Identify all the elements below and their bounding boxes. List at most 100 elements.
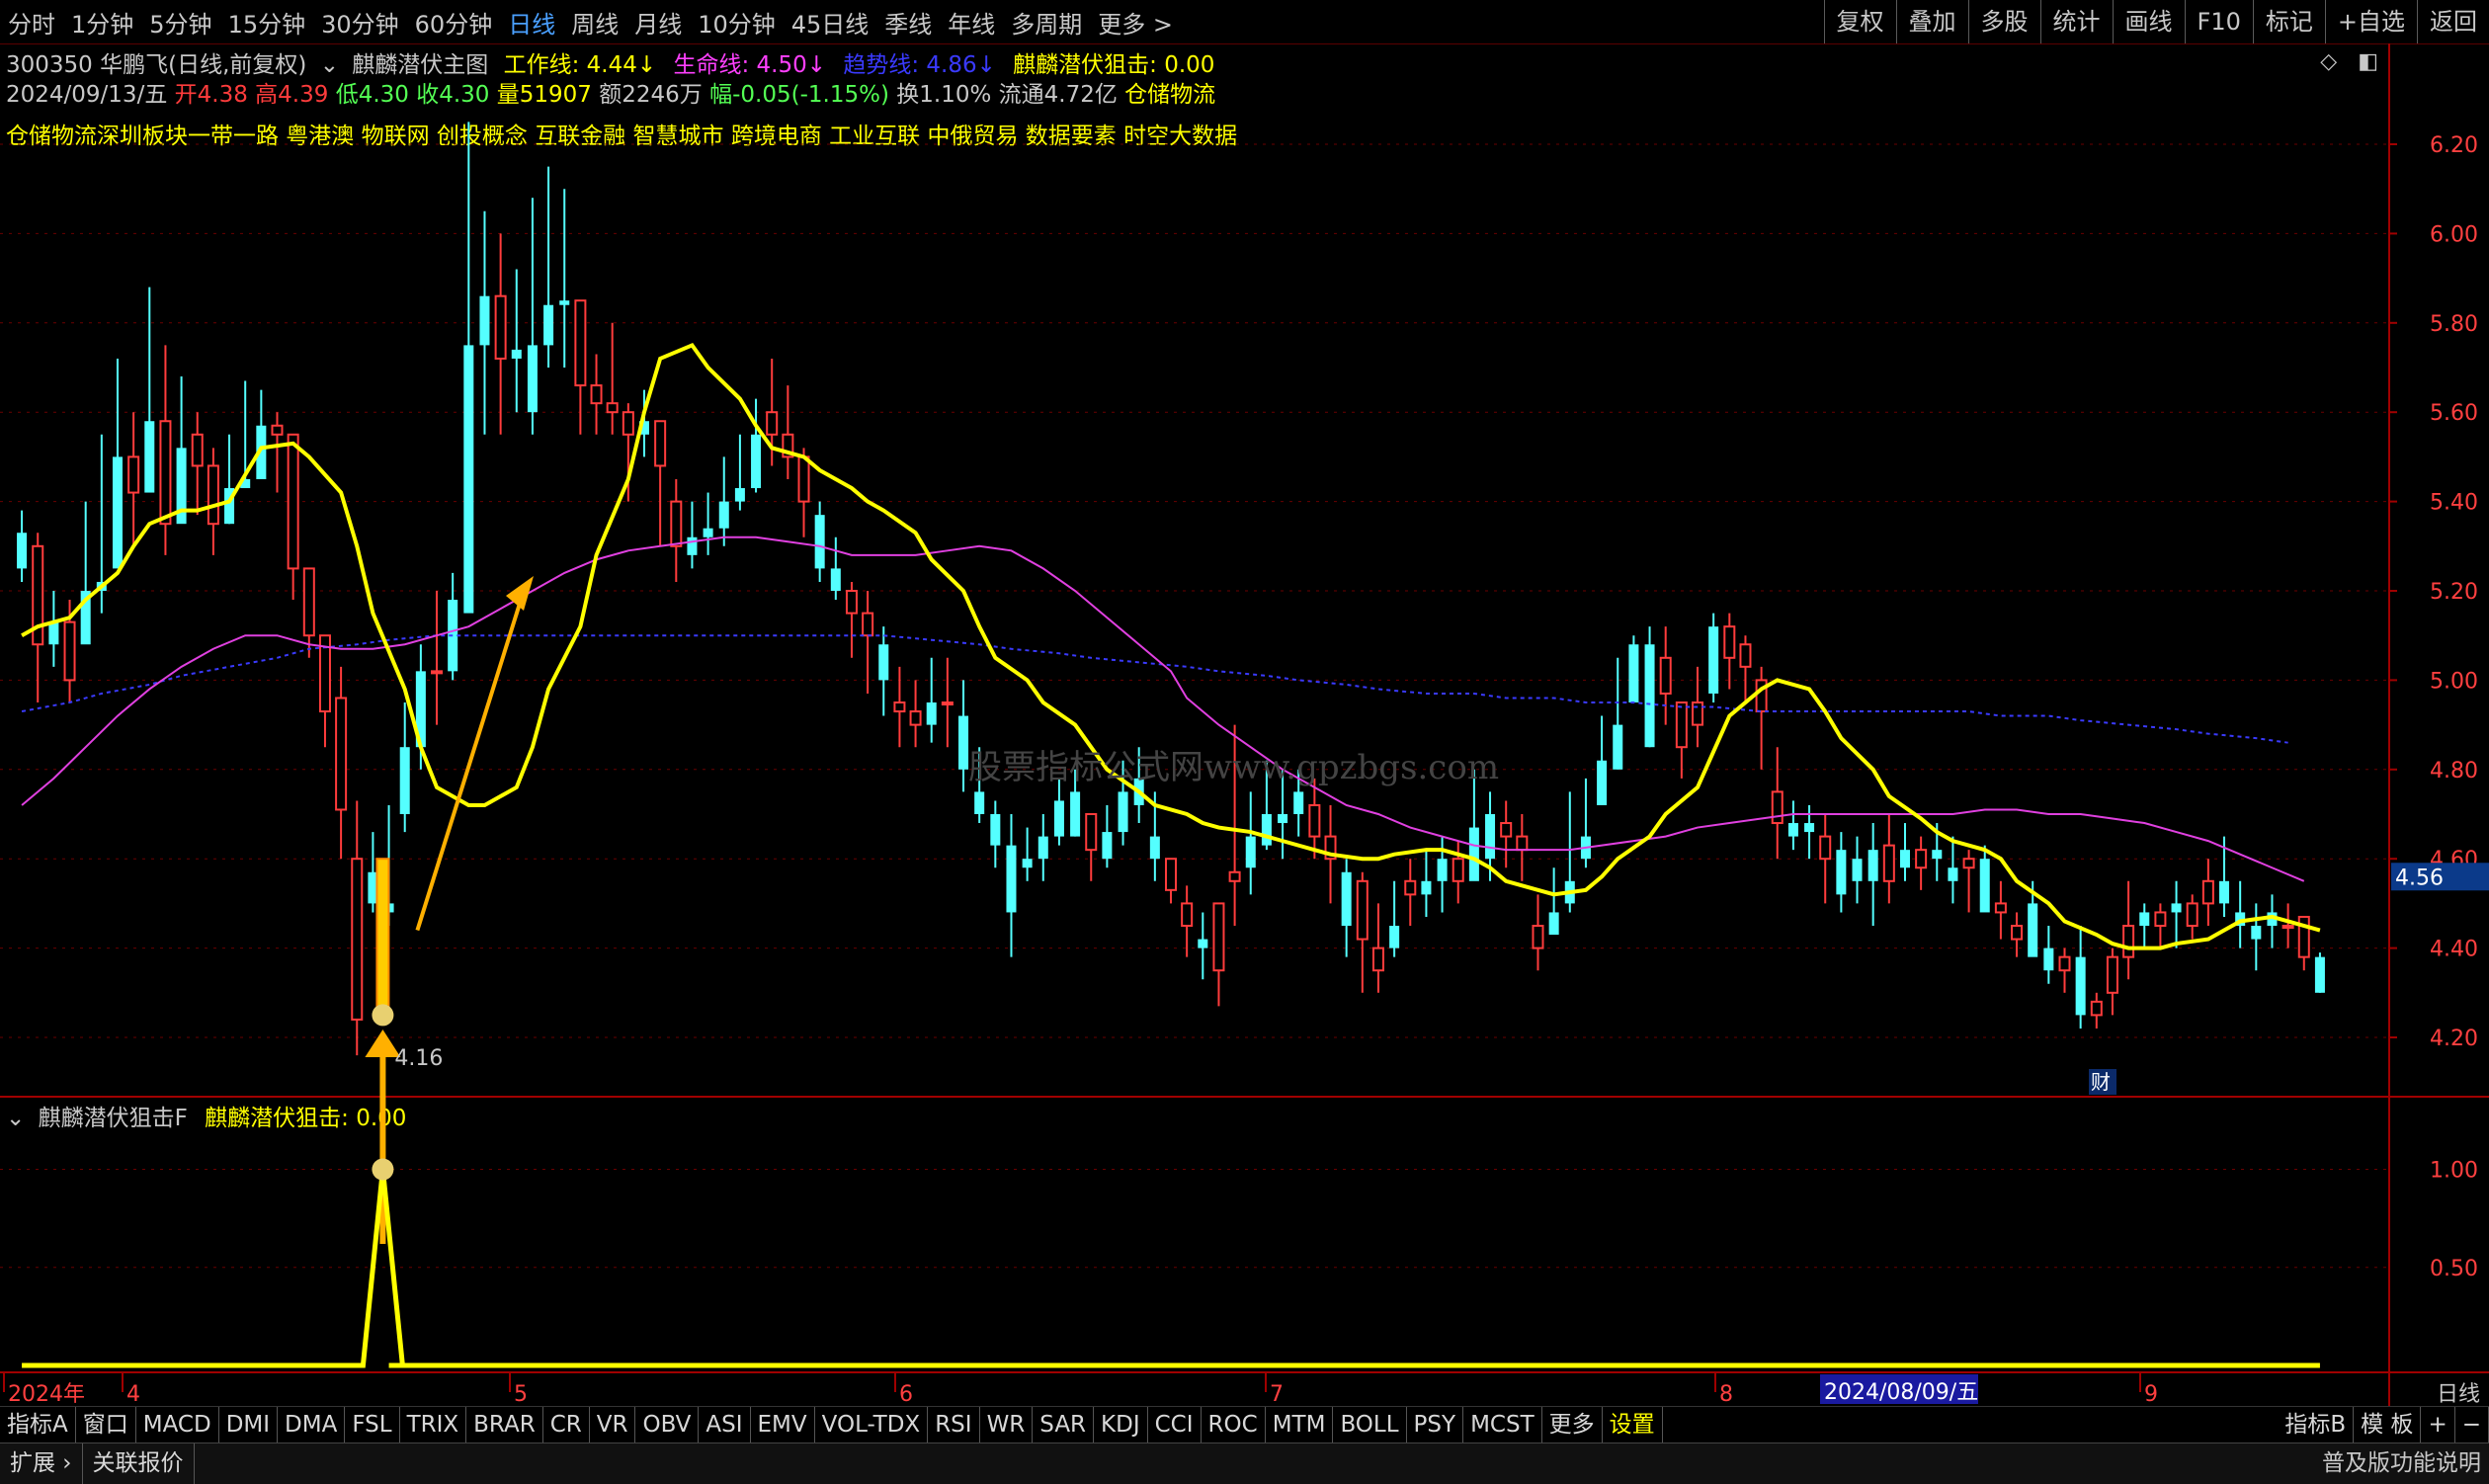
- indicator-tabs: 指标A 窗口 MACD DMI DMA FSL TRIX BRAR CR VR OBV ASI EMV V…: [0, 1406, 2489, 1443]
- candle: [2058, 948, 2071, 993]
- candle: [782, 385, 794, 479]
- candle: [2186, 894, 2199, 940]
- candle-body: [1404, 879, 1417, 896]
- indicator-tab-sar[interactable]: SAR: [1033, 1407, 1095, 1443]
- period-tab-0[interactable]: 分时: [0, 5, 63, 40]
- indicator-tab-窗口[interactable]: 窗口: [76, 1407, 136, 1443]
- indicator-tab-psy[interactable]: PSY: [1407, 1407, 1464, 1443]
- indicator-tab-cci[interactable]: CCI: [1148, 1407, 1202, 1443]
- indicator-tab-mcst[interactable]: MCST: [1463, 1407, 1542, 1443]
- candle: [224, 434, 235, 525]
- x-tick-label: 9: [2144, 1382, 2158, 1406]
- period-tab-13[interactable]: 多周期: [1003, 5, 1090, 40]
- indicator-right-tab-3[interactable]: −: [2455, 1407, 2489, 1443]
- candle: [1644, 626, 1655, 748]
- candle-body: [1245, 836, 1256, 868]
- finance-mark[interactable]: 财: [2091, 1070, 2111, 1094]
- expand-button[interactable]: 扩展 ›: [0, 1443, 83, 1484]
- chart-stage[interactable]: 6.206.005.805.605.405.205.004.804.604.40…: [0, 43, 2489, 1406]
- period-tab-12[interactable]: 年线: [940, 5, 1003, 40]
- tool-button-1[interactable]: 叠加: [1895, 0, 1968, 43]
- tool-button-2[interactable]: 多股: [1967, 0, 2040, 43]
- indicator-tab-dmi[interactable]: DMI: [219, 1407, 279, 1443]
- indicator-tab-roc[interactable]: ROC: [1202, 1407, 1266, 1443]
- candle: [1181, 885, 1194, 957]
- candle-body: [1804, 823, 1815, 833]
- candle: [845, 581, 858, 658]
- candle: [2043, 926, 2054, 984]
- indicator-right-tab-2[interactable]: +: [2421, 1407, 2455, 1443]
- indicator-tab-指标a[interactable]: 指标A: [0, 1407, 76, 1443]
- candle-body: [1597, 760, 1608, 805]
- tool-button-4[interactable]: 画线: [2112, 0, 2185, 43]
- indicator-tab-vol-tdx[interactable]: VOL-TDX: [815, 1407, 929, 1443]
- indicator-tab-wr[interactable]: WR: [980, 1407, 1034, 1443]
- indicator-tab-brar[interactable]: BRAR: [466, 1407, 543, 1443]
- candle: [127, 412, 140, 546]
- period-tab-7[interactable]: 周线: [563, 5, 626, 40]
- period-tab-11[interactable]: 季线: [876, 5, 940, 40]
- indicator-tab-trix[interactable]: TRIX: [400, 1407, 467, 1443]
- indicator-tab-fsl[interactable]: FSL: [345, 1407, 400, 1443]
- indicator-tab-boll[interactable]: BOLL: [1333, 1407, 1407, 1443]
- candle-body: [878, 644, 889, 681]
- candle-body: [2122, 925, 2135, 958]
- indicator-tab-kdj[interactable]: KDJ: [1094, 1407, 1148, 1443]
- candle-body: [1421, 880, 1432, 895]
- indicator-tab-asi[interactable]: ASI: [699, 1407, 751, 1443]
- period-tab-3[interactable]: 15分钟: [220, 5, 314, 40]
- period-tab-14[interactable]: 更多 >: [1090, 5, 1181, 40]
- candle: [32, 533, 44, 702]
- candle-body: [2058, 955, 2071, 972]
- period-label: 日线: [2437, 1382, 2480, 1406]
- candle-body: [1371, 947, 1384, 972]
- period-tab-9[interactable]: 10分钟: [690, 5, 784, 40]
- indicator-tab-cr[interactable]: CR: [543, 1407, 590, 1443]
- candle-body: [1948, 867, 1958, 881]
- tool-button-6[interactable]: 标记: [2252, 0, 2325, 43]
- period-tab-10[interactable]: 45日线: [784, 5, 877, 40]
- candle-body: [271, 424, 284, 436]
- candle-body: [431, 670, 444, 675]
- period-tab-4[interactable]: 30分钟: [313, 5, 407, 40]
- candle-body: [2219, 880, 2230, 904]
- candle: [448, 572, 458, 681]
- tool-button-0[interactable]: 复权: [1823, 0, 1896, 43]
- tool-button-8[interactable]: 返回: [2417, 0, 2489, 43]
- period-tab-5[interactable]: 60分钟: [407, 5, 501, 40]
- candle: [1659, 626, 1672, 725]
- indicator-tab-dma[interactable]: DMA: [278, 1407, 346, 1443]
- period-tab-6[interactable]: 日线: [500, 5, 563, 40]
- tool-button-7[interactable]: +自选: [2324, 0, 2417, 43]
- candle: [2201, 859, 2214, 926]
- tool-button-3[interactable]: 统计: [2039, 0, 2113, 43]
- candle: [590, 354, 603, 435]
- candle-body: [893, 701, 906, 713]
- candle-body: [909, 710, 922, 726]
- candle: [207, 448, 219, 555]
- period-tab-1[interactable]: 1分钟: [63, 5, 141, 40]
- candle: [1500, 800, 1513, 868]
- candle-body: [335, 697, 348, 811]
- candle: [191, 412, 204, 516]
- indicator-tab-vr[interactable]: VR: [590, 1407, 636, 1443]
- tool-button-5[interactable]: F10: [2184, 0, 2253, 43]
- indicator-tab-obv[interactable]: OBV: [635, 1407, 700, 1443]
- candle: [654, 420, 667, 546]
- period-tab-2[interactable]: 5分钟: [141, 5, 219, 40]
- candle-body: [687, 536, 698, 555]
- indicator-tab-macd[interactable]: MACD: [136, 1407, 219, 1443]
- candle-body: [1181, 902, 1194, 928]
- indicator-tab-rsi[interactable]: RSI: [928, 1407, 980, 1443]
- candle-body: [191, 433, 204, 467]
- period-tab-8[interactable]: 月线: [626, 5, 690, 40]
- indicator-tab-设置[interactable]: 设置: [1603, 1407, 1663, 1443]
- indicator-tab-更多[interactable]: 更多: [1542, 1407, 1603, 1443]
- candle-body: [2106, 955, 2118, 994]
- related-quote-button[interactable]: 关联报价: [83, 1443, 195, 1484]
- indicator-tab-emv[interactable]: EMV: [751, 1407, 815, 1443]
- indicator-tab-mtm[interactable]: MTM: [1266, 1407, 1334, 1443]
- indicator-right-tab-0[interactable]: 指标B: [2278, 1407, 2355, 1443]
- candle-body: [2028, 903, 2038, 957]
- indicator-right-tab-1[interactable]: 模 板: [2354, 1407, 2422, 1443]
